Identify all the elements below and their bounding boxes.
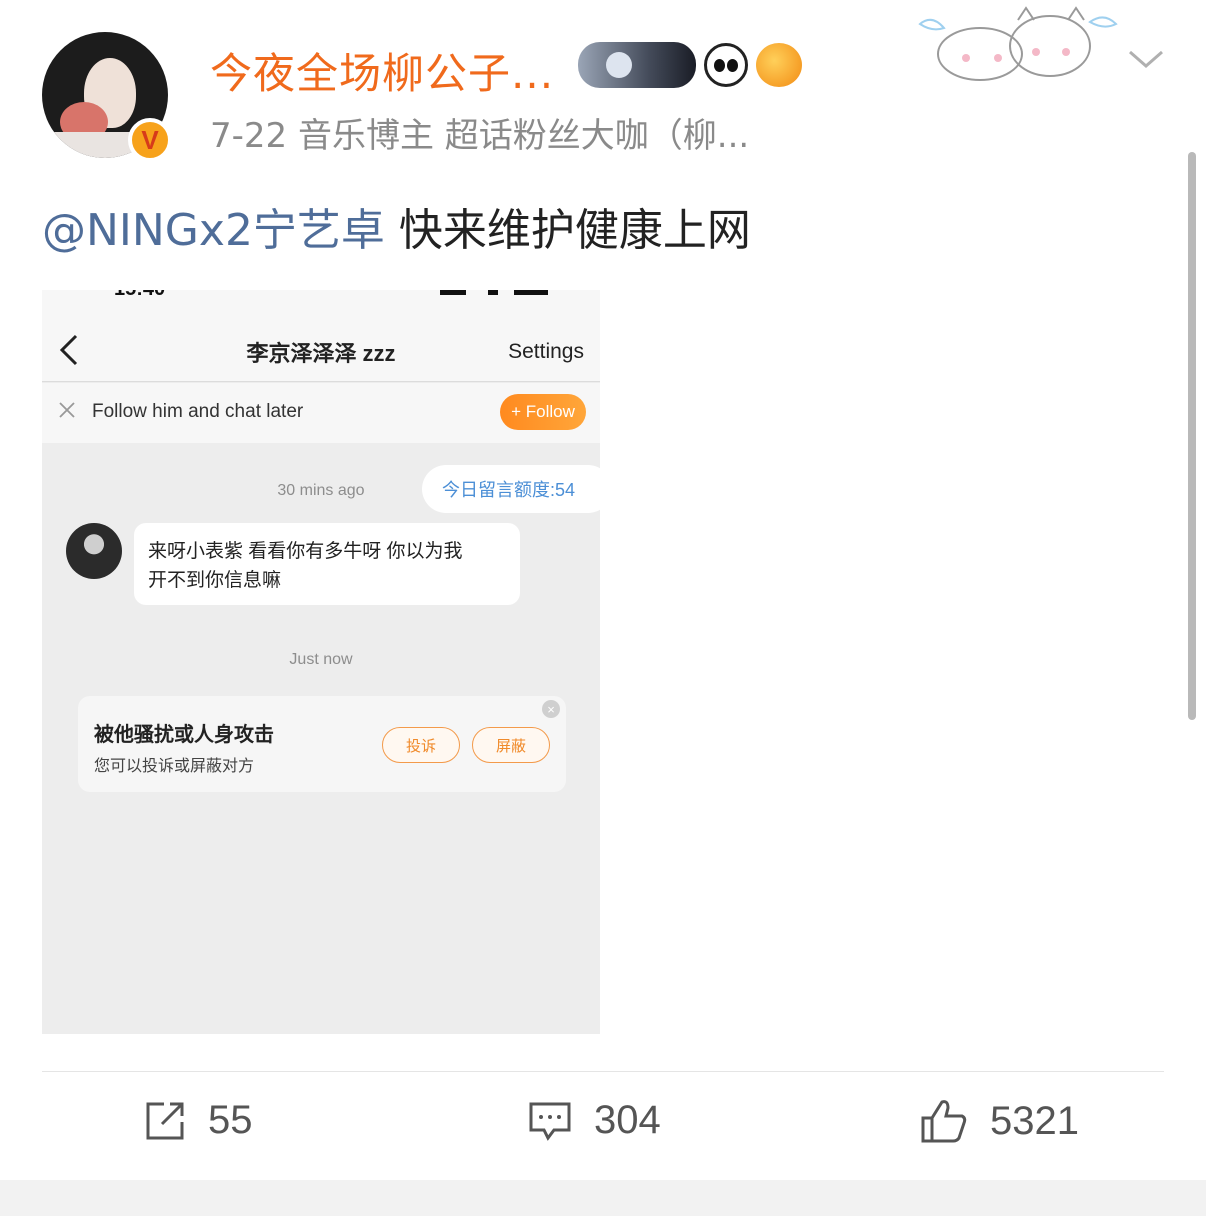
message-line: 来呀小表紫 看看你有多牛呀 你以为我 <box>148 541 463 562</box>
quota-badge: 今日留言额度:54 <box>422 465 600 513</box>
verified-icon: V <box>128 118 172 162</box>
footer-strip <box>0 1180 1206 1216</box>
report-card: 被他骚扰或人身攻击 您可以投诉或屏蔽对方 投诉 屏蔽 × <box>78 696 566 792</box>
status-time: 15:40 <box>114 290 165 301</box>
repost-icon <box>146 1102 184 1139</box>
follow-prompt: Follow him and chat later <box>92 401 304 422</box>
block-button[interactable]: 屏蔽 <box>472 727 550 763</box>
scrollbar[interactable] <box>1188 152 1196 720</box>
gem-badge-icon <box>578 42 696 88</box>
close-icon[interactable]: × <box>542 700 560 718</box>
settings-button[interactable]: Settings <box>508 340 584 364</box>
post-body: 快来维护健康上网 <box>384 205 751 256</box>
follow-bar: Follow him and chat later + Follow <box>42 383 600 443</box>
timestamp: Just now <box>289 651 353 668</box>
comment-count: 304 <box>594 1098 661 1142</box>
panda-badge-icon <box>704 43 748 87</box>
repost-button[interactable]: 55 <box>144 1098 253 1143</box>
status-icons <box>440 290 550 296</box>
comment-icon <box>529 1102 571 1141</box>
fish-badge-icon <box>756 43 802 87</box>
repost-count: 55 <box>208 1098 253 1142</box>
chevron-down-icon[interactable] <box>1126 40 1166 80</box>
cat-sticker-icon <box>918 6 1118 81</box>
user-badges <box>578 42 802 88</box>
message-line: 开不到你信息嘛 <box>148 570 282 591</box>
complain-button[interactable]: 投诉 <box>382 727 460 763</box>
embedded-screenshot[interactable]: 15:40 李京泽泽泽 zzz Settings Follow him and … <box>42 290 600 1034</box>
report-title: 被他骚扰或人身攻击 <box>94 724 274 746</box>
follow-button[interactable]: + Follow <box>500 394 586 430</box>
chat-navbar: 李京泽泽泽 zzz Settings <box>42 302 600 382</box>
like-count: 5321 <box>990 1098 1079 1143</box>
comment-button[interactable]: 304 <box>528 1098 661 1143</box>
close-icon[interactable] <box>58 401 76 419</box>
sender-avatar[interactable] <box>66 523 122 579</box>
post-meta: 7-22 音乐博主 超话粉丝大咖（柳... <box>210 116 750 156</box>
message-bubble: 来呀小表紫 看看你有多牛呀 你以为我 开不到你信息嘛 <box>134 523 520 605</box>
report-subtitle: 您可以投诉或屏蔽对方 <box>94 758 255 775</box>
post-text: @NINGx2宁艺卓 快来维护健康上网 <box>42 194 751 258</box>
mention-link[interactable]: @NINGx2宁艺卓 <box>42 205 385 256</box>
divider <box>42 1071 1164 1072</box>
like-button[interactable]: 5321 <box>920 1098 1079 1144</box>
like-icon <box>921 1100 967 1143</box>
username[interactable]: 今夜全场柳公子... <box>210 40 554 101</box>
